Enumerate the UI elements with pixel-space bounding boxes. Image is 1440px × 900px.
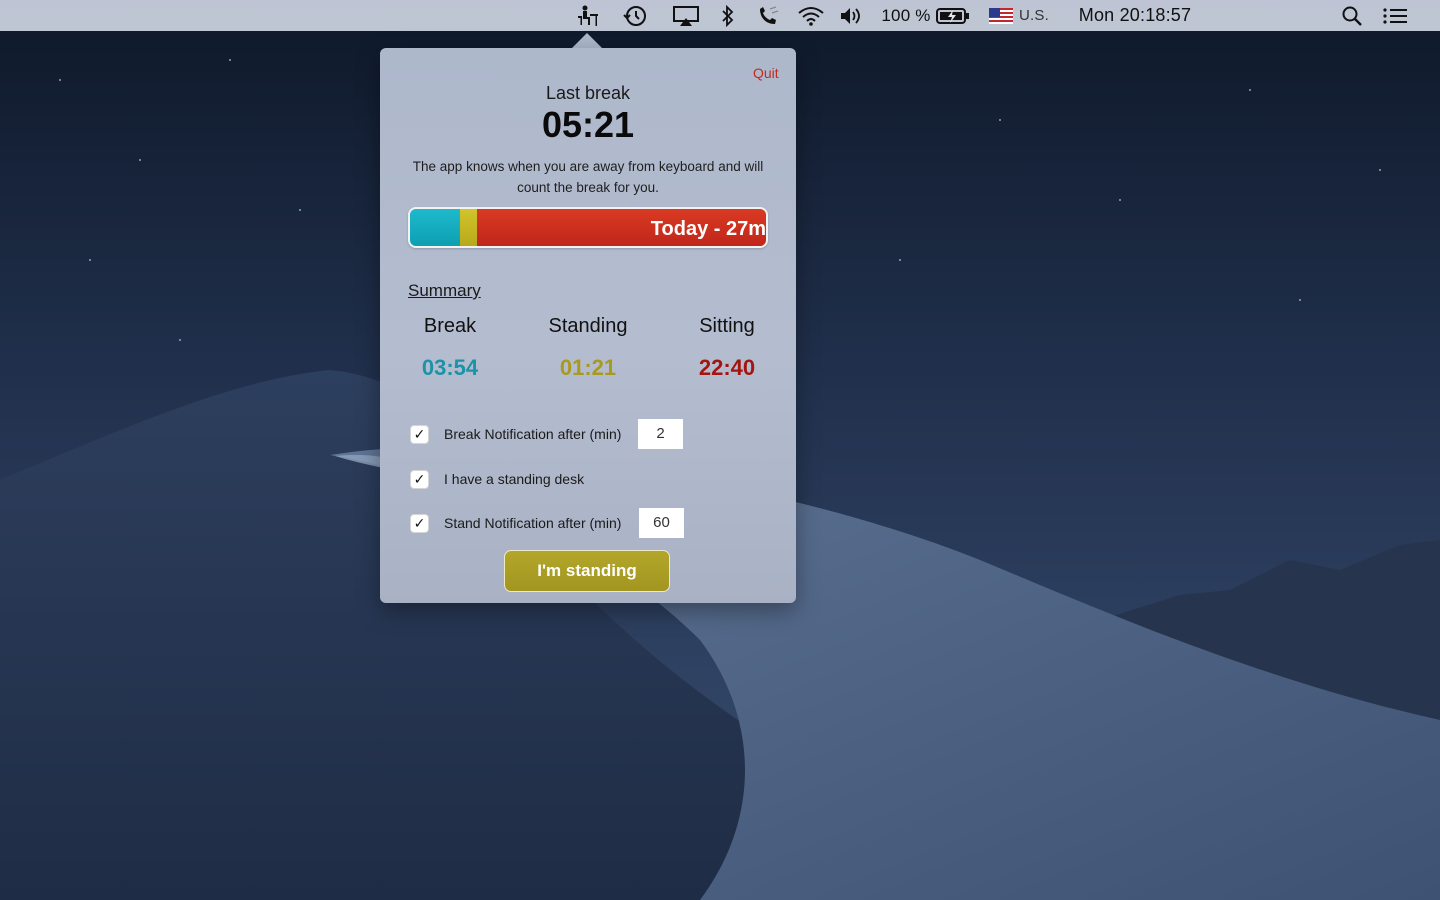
break-notification-checkbox[interactable]: ✓	[410, 424, 429, 444]
notification-center-icon[interactable]	[1380, 0, 1410, 31]
stand-notification-label: Stand Notification after (min)	[444, 515, 622, 531]
battery-icon[interactable]	[935, 0, 971, 31]
spotlight-search-icon[interactable]	[1338, 0, 1366, 31]
volume-icon[interactable]	[836, 0, 866, 31]
bluetooth-icon[interactable]	[716, 0, 740, 31]
summary-break-label: Break	[423, 315, 477, 337]
summary-sitting-label: Sitting	[699, 315, 755, 337]
airplay-icon[interactable]	[670, 0, 702, 31]
standing-desk-row: ✓ I have a standing desk	[410, 464, 584, 494]
menu-bar: 100 % U.S. Mon 20:18:57	[0, 0, 1440, 31]
menubar-clock[interactable]: Mon 20:18:57	[1068, 0, 1202, 31]
summary-heading: Summary	[408, 281, 481, 300]
app-popover: Quit Last break 05:21 The app knows when…	[380, 48, 796, 603]
break-notification-row: ✓ Break Notification after (min)	[410, 419, 621, 449]
info-text: The app knows when you are away from key…	[412, 159, 764, 195]
time-machine-icon[interactable]	[620, 0, 650, 31]
last-break-label: Last break	[545, 83, 631, 103]
desktop: 100 % U.S. Mon 20:18:57 Quit Last break …	[0, 0, 1440, 900]
quit-link[interactable]: Quit	[753, 65, 779, 81]
today-bar-standing-segment	[459, 209, 477, 246]
stand-notification-checkbox[interactable]: ✓	[410, 513, 429, 533]
wifi-icon[interactable]	[796, 0, 826, 31]
break-notification-label: Break Notification after (min)	[444, 426, 622, 442]
break-notification-minutes-input[interactable]: 2	[638, 419, 683, 449]
summary-standing-value: 01:21	[559, 355, 617, 380]
battery-percent: 100 %	[881, 5, 931, 25]
stand-desk-app-icon[interactable]	[572, 0, 602, 31]
stand-notification-row: ✓ Stand Notification after (min)	[410, 508, 621, 538]
input-source-label[interactable]: U.S.	[1017, 0, 1051, 31]
last-break-time: 05:21	[541, 104, 635, 145]
im-standing-button[interactable]: I'm standing	[504, 550, 670, 592]
today-bar-break-segment	[410, 209, 460, 246]
standing-desk-label: I have a standing desk	[444, 471, 585, 487]
summary-standing-label: Standing	[548, 315, 628, 337]
standing-desk-checkbox[interactable]: ✓	[410, 469, 429, 489]
summary-sitting-value: 22:40	[698, 355, 756, 380]
us-flag-icon[interactable]	[988, 0, 1014, 31]
today-total-label: Today - 27m	[650, 218, 766, 240]
stand-notification-minutes-input[interactable]: 60	[639, 508, 684, 538]
phone-icon[interactable]	[754, 0, 782, 31]
summary-break-value: 03:54	[421, 355, 479, 380]
popover-arrow	[572, 33, 602, 48]
